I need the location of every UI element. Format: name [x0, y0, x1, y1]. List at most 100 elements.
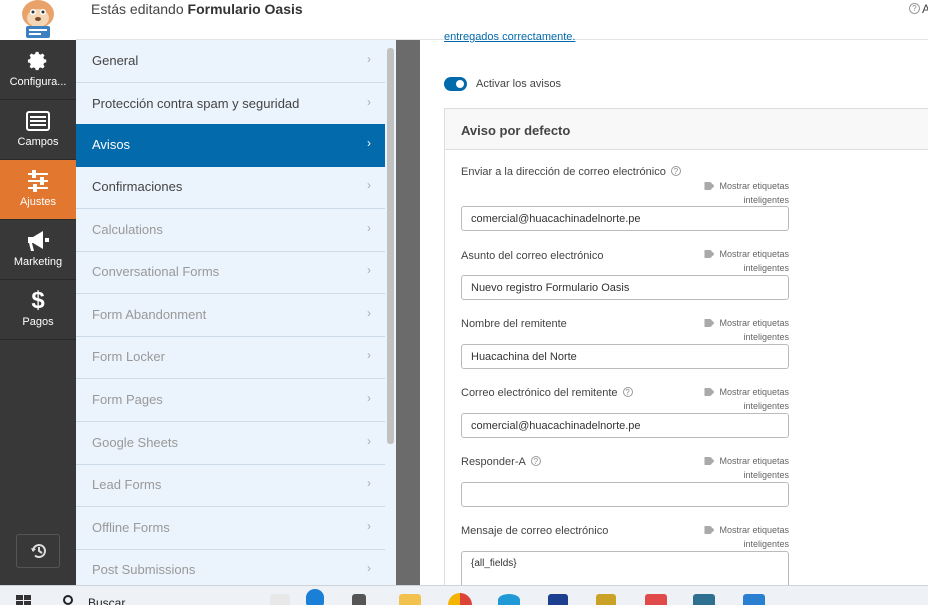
smart-tags-button[interactable]: Mostrar etiquetas inteligentes: [697, 247, 789, 275]
field-label-message: Mensaje de correo electrónico: [461, 525, 609, 537]
search-icon[interactable]: [63, 595, 73, 605]
section-offline-forms[interactable]: Offline Forms ›: [76, 507, 385, 550]
help-link[interactable]: A: [922, 2, 928, 16]
enable-notifications-toggle[interactable]: [444, 77, 467, 91]
app-icon[interactable]: [548, 594, 568, 605]
section-form-locker[interactable]: Form Locker ›: [76, 336, 385, 379]
from-email-input[interactable]: comercial@huacachinadelnorte.pe: [461, 413, 789, 438]
sidebar-item-fields[interactable]: Campos: [0, 100, 76, 160]
from-name-input[interactable]: Huacachina del Norte: [461, 344, 789, 369]
chevron-right-icon: ›: [367, 263, 371, 277]
windows-taskbar: Buscar: [0, 585, 928, 605]
tag-icon: [704, 388, 715, 396]
sidebar-item-marketing[interactable]: Marketing: [0, 220, 76, 280]
tag-icon: [704, 319, 715, 327]
form-name: Formulario Oasis: [187, 1, 303, 17]
section-google-sheets[interactable]: Google Sheets ›: [76, 422, 385, 465]
chevron-right-icon: ›: [367, 561, 371, 575]
sidebar-item-label: Marketing: [13, 256, 63, 268]
smart-tags-button[interactable]: Mostrar etiquetas inteligentes: [697, 385, 789, 413]
app-icon[interactable]: [693, 594, 715, 605]
windows-start-icon[interactable]: [16, 595, 32, 605]
sidebar-item-label: Pagos: [22, 316, 54, 328]
taskbar-search[interactable]: Buscar: [88, 596, 125, 605]
tag-icon: [704, 250, 715, 258]
section-label: General: [92, 53, 139, 68]
tag-icon: [704, 526, 715, 534]
chevron-right-icon: ›: [367, 136, 371, 150]
chevron-right-icon: ›: [367, 178, 371, 192]
copilot-icon[interactable]: [306, 589, 324, 605]
toggle-label: Activar los avisos: [476, 78, 561, 90]
help-icon[interactable]: ?: [904, 3, 920, 15]
builder-sidebar: Configura... Campos Ajustes Marketing $ …: [0, 40, 76, 585]
tag-icon: [704, 457, 715, 465]
section-notifications[interactable]: Avisos ›: [76, 124, 385, 167]
section-confirmations[interactable]: Confirmaciones ›: [76, 166, 385, 209]
section-label: Lead Forms: [92, 477, 162, 492]
chevron-right-icon: ›: [367, 221, 371, 235]
section-label: Google Sheets: [92, 435, 179, 450]
sidebar-item-label: Campos: [17, 136, 59, 148]
help-icon[interactable]: ?: [530, 456, 541, 466]
notifications-content: entregados correctamente. Activar los av…: [420, 31, 928, 598]
dollar-icon: $: [31, 287, 45, 314]
section-form-abandonment[interactable]: Form Abandonment ›: [76, 294, 385, 337]
section-label: Avisos: [92, 137, 131, 152]
sidebar-item-payments[interactable]: $ Pagos: [0, 280, 76, 340]
file-explorer-icon[interactable]: [399, 594, 421, 605]
default-notification-panel: Aviso por defecto Enviar a la dirección …: [444, 108, 928, 598]
section-label: Form Locker: [92, 349, 165, 364]
sidebar-item-label: Configura...: [9, 76, 67, 88]
section-calculations[interactable]: Calculations ›: [76, 209, 385, 252]
panel-header[interactable]: Aviso por defecto: [445, 109, 928, 150]
smart-tags-button[interactable]: Mostrar etiquetas inteligentes: [697, 316, 789, 344]
delivery-help-link[interactable]: entregados correctamente.: [444, 31, 575, 43]
section-spam-protection[interactable]: Protección contra spam y seguridad ›: [76, 83, 385, 126]
notes-icon[interactable]: [596, 594, 616, 605]
fields-icon: [0, 108, 76, 134]
field-label-subject: Asunto del correo electrónico: [461, 250, 604, 262]
email-subject-input[interactable]: Nuevo registro Formulario Oasis: [461, 275, 789, 300]
app-icon[interactable]: [743, 594, 765, 605]
edge-icon[interactable]: [498, 594, 520, 605]
section-label: Form Abandonment: [92, 307, 207, 322]
section-label: Form Pages: [92, 392, 163, 407]
settings-section-list: General › Protección contra spam y seguri…: [76, 40, 396, 592]
field-label-reply-to: Responder-A?: [461, 456, 541, 468]
task-view-icon[interactable]: [352, 594, 366, 605]
send-to-email-input[interactable]: comercial@huacachinadelnorte.pe: [461, 206, 789, 231]
widget-icon[interactable]: [270, 594, 290, 605]
editing-prefix: Estás editando: [91, 1, 184, 17]
section-label: Conversational Forms: [92, 264, 220, 279]
chrome-icon[interactable]: [448, 593, 472, 605]
gear-icon: [0, 48, 76, 74]
help-icon[interactable]: ?: [670, 166, 681, 176]
reply-to-input[interactable]: [461, 482, 789, 507]
help-icon[interactable]: ?: [622, 387, 633, 397]
editing-title: Estás editando Formulario Oasis: [91, 1, 303, 17]
section-form-pages[interactable]: Form Pages ›: [76, 379, 385, 422]
smart-tags-button[interactable]: Mostrar etiquetas inteligentes: [697, 179, 789, 207]
smart-tags-button[interactable]: Mostrar etiquetas inteligentes: [697, 454, 789, 482]
revisions-button[interactable]: [16, 534, 60, 568]
chevron-right-icon: ›: [367, 476, 371, 490]
field-label-from-name: Nombre del remitente: [461, 318, 567, 330]
chevron-right-icon: ›: [367, 391, 371, 405]
chevron-right-icon: ›: [367, 95, 371, 109]
section-label: Offline Forms: [92, 520, 170, 535]
history-icon: [30, 542, 48, 565]
app-icon[interactable]: [645, 594, 667, 605]
section-lead-forms[interactable]: Lead Forms ›: [76, 464, 385, 507]
section-label: Protección contra spam y seguridad: [92, 96, 300, 111]
section-conversational-forms[interactable]: Conversational Forms ›: [76, 251, 385, 294]
scrollbar-thumb[interactable]: [387, 48, 394, 444]
section-label: Post Submissions: [92, 562, 196, 577]
sidebar-item-settings[interactable]: Ajustes: [0, 160, 76, 220]
smart-tags-button[interactable]: Mostrar etiquetas inteligentes: [697, 523, 789, 551]
sidebar-item-setup[interactable]: Configura...: [0, 40, 76, 100]
panel-divider: [396, 40, 420, 585]
chevron-right-icon: ›: [367, 519, 371, 533]
section-general[interactable]: General ›: [76, 40, 385, 83]
megaphone-icon: [0, 228, 76, 254]
